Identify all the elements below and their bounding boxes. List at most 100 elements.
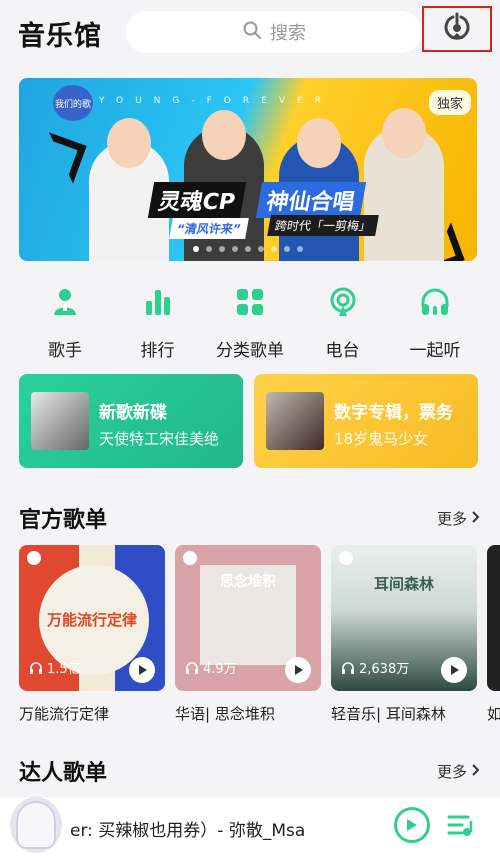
play-icon: [295, 665, 303, 675]
song-recognition-button[interactable]: [422, 6, 492, 52]
category-label: 歌手: [48, 341, 82, 361]
carousel-dot[interactable]: [219, 246, 225, 252]
play-icon: [407, 819, 417, 831]
more-label: 更多: [436, 509, 467, 528]
carousel-dot[interactable]: [297, 246, 303, 252]
category-chart[interactable]: 排行: [112, 287, 204, 361]
qq-music-icon: [27, 551, 41, 565]
qq-music-icon: [339, 551, 353, 565]
exclusive-badge: 独家: [428, 90, 471, 115]
more-link[interactable]: 更多: [437, 508, 481, 529]
play-pause-button[interactable]: [394, 807, 430, 843]
qq-music-icon: [183, 551, 197, 565]
headphone-icon: [30, 661, 42, 674]
category-nav: 歌手 排行 分类歌单 电台 一起听: [19, 287, 481, 361]
page-title: 音乐馆: [18, 21, 102, 52]
category-playlists[interactable]: 分类歌单: [204, 287, 296, 361]
now-playing-title: er: 买辣椒也用券）- 弥散_Msa: [70, 821, 306, 841]
playlist-card[interactable]: 思念堆积 4.9万 华语| 思念堆积: [175, 545, 321, 724]
banner-caption-right: 神仙合唱: [255, 182, 367, 218]
playlist-queue-button[interactable]: [446, 811, 474, 839]
artist-face: [297, 118, 341, 168]
banner-caption-left: 灵魂CP: [147, 182, 247, 218]
play-count-value: 4.9万: [203, 662, 237, 677]
playlist-cover: 万能流行定律 1.5亿: [19, 545, 165, 691]
banner-decoration: [35, 132, 87, 184]
promo-title: 数字专辑，票务: [334, 403, 453, 423]
carousel-dot[interactable]: [193, 246, 199, 252]
promo-subtitle: 天使特工宋佳美绝: [99, 430, 220, 448]
play-count: 2,638万: [341, 658, 409, 677]
category-label: 电台: [325, 341, 360, 361]
category-radio[interactable]: 电台: [297, 287, 389, 361]
play-count-value: 2,638万: [359, 662, 410, 677]
album-art-figure: [16, 801, 56, 849]
playlist-card[interactable]: 耳间森林 2,638万 轻音乐| 耳间森林: [331, 545, 477, 724]
carousel-dot[interactable]: [206, 246, 212, 252]
mini-player[interactable]: er: 买辣椒也用券）- 弥散_Msa: [0, 796, 500, 858]
cover-title: 耳间森林: [373, 575, 434, 593]
search-icon: [242, 20, 262, 45]
search-placeholder: 搜索: [270, 23, 306, 44]
play-count: 4.9万: [185, 658, 237, 677]
category-label: 分类歌单: [216, 341, 284, 361]
play-icon: [139, 665, 147, 675]
new-releases-card[interactable]: 新歌新碟 天使特工宋佳美绝: [19, 374, 243, 468]
playlist-cover: 思念堆积 4.9万: [175, 545, 321, 691]
play-button[interactable]: [285, 657, 311, 683]
playlist-cover: 耳间森林 2,638万: [331, 545, 477, 691]
official-playlists-row: 万能流行定律 1.5亿 万能流行定律 思念堆积 4.9万 华语| 思念堆积 耳间…: [19, 545, 500, 725]
chevron-right-icon: [469, 762, 481, 780]
banner-subcaption-left: “清风许来”: [169, 218, 249, 239]
section-title: 达人歌单: [19, 761, 108, 786]
more-link[interactable]: 更多: [437, 761, 481, 782]
album-art[interactable]: [10, 797, 62, 853]
digital-album-card[interactable]: 数字专辑，票务 18岁鬼马少女: [254, 374, 478, 468]
queue-icon: [447, 815, 473, 836]
radio-icon: [328, 287, 358, 322]
playlist-name: 轻音乐| 耳间森林: [331, 705, 446, 723]
artist-face: [382, 108, 426, 158]
show-logo: 我们的歌: [53, 85, 93, 121]
promo-subtitle: 18岁鬼马少女: [334, 430, 429, 448]
carousel-dot[interactable]: [232, 246, 238, 252]
playlist-name: 如: [487, 705, 500, 723]
cover-title: 思念堆积: [220, 574, 276, 590]
banner-subcaption-right: 跨时代「一剪梅」: [267, 215, 379, 236]
play-icon: [451, 665, 459, 675]
play-button[interactable]: [441, 657, 467, 683]
playlist-card[interactable]: 如: [487, 545, 500, 724]
category-label: 排行: [140, 341, 175, 361]
play-count-value: 1.5亿: [47, 662, 81, 677]
carousel-dot[interactable]: [245, 246, 251, 252]
song-recognition-icon: [441, 11, 473, 47]
play-button[interactable]: [129, 657, 155, 683]
artist-face: [202, 110, 246, 160]
category-singer[interactable]: 歌手: [19, 287, 111, 361]
chevron-right-icon: [469, 509, 481, 527]
carousel-dot[interactable]: [258, 246, 264, 252]
playlist-card[interactable]: 万能流行定律 1.5亿 万能流行定律: [19, 545, 165, 724]
carousel-dot[interactable]: [284, 246, 290, 252]
carousel-dot[interactable]: [271, 246, 277, 252]
playlist-name: 万能流行定律: [19, 705, 110, 723]
listen-together-icon: [420, 287, 450, 322]
playlist-cover: [487, 545, 500, 691]
search-bar[interactable]: 搜索: [126, 11, 422, 53]
category-listen-together[interactable]: 一起听: [389, 287, 481, 361]
play-count: 1.5亿: [29, 658, 81, 677]
new-releases-thumbnail: [31, 392, 89, 450]
music-hall-page: 音乐馆 搜索 我们的歌 YOUNG-FOREVER 灵魂CP 神仙合唱 “清风许…: [0, 0, 500, 858]
headphone-icon: [342, 661, 354, 674]
cover-title: 万能流行定律: [46, 611, 137, 629]
expert-playlists-header: 达人歌单 更多: [19, 755, 481, 787]
banner-topline: YOUNG-FOREVER: [99, 96, 333, 106]
category-label: 一起听: [409, 341, 461, 361]
carousel-indicator: [193, 246, 303, 252]
category-icon: [235, 287, 265, 322]
section-title: 官方歌单: [19, 508, 108, 533]
header: 音乐馆 搜索: [0, 0, 500, 64]
playlist-name: 华语| 思念堆积: [175, 705, 275, 723]
headphone-icon: [186, 661, 198, 674]
promo-banner[interactable]: 我们的歌 YOUNG-FOREVER 灵魂CP 神仙合唱 “清风许来” 跨时代「…: [19, 78, 477, 261]
